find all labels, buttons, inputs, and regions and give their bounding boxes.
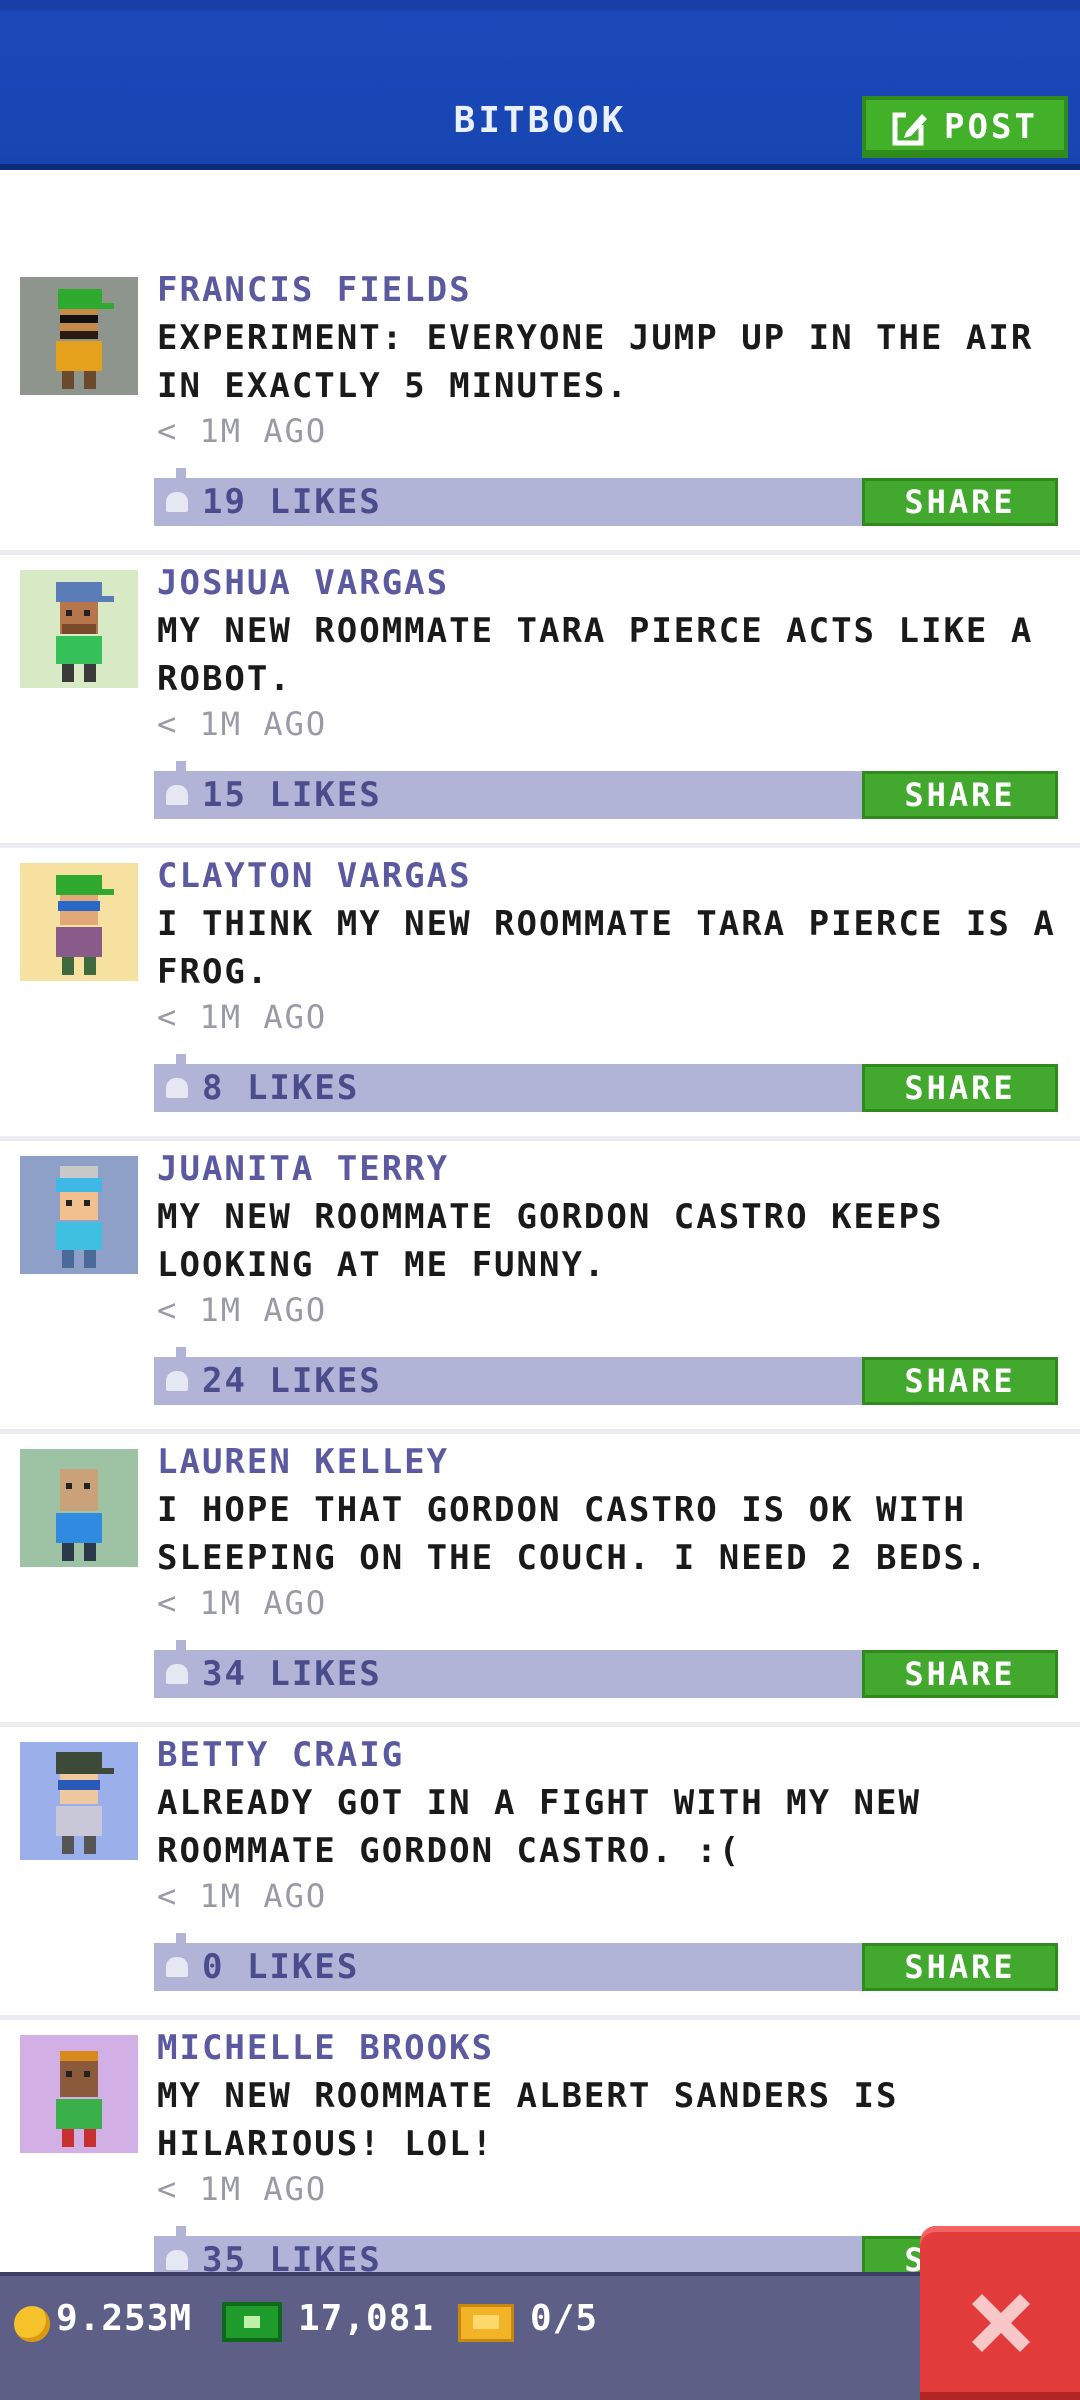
post-author[interactable]: JUANITA TERRY [157, 1149, 449, 1189]
share-button[interactable]: SHARE [862, 1357, 1058, 1405]
post-message: EXPERIMENT: EVERYONE JUMP UP IN THE AIR … [157, 318, 1034, 406]
post-message: MY NEW ROOMMATE ALBERT SANDERS IS HILARI… [157, 2076, 899, 2164]
likes-count: 24 LIKES [202, 1361, 382, 1401]
likes-bar-notch [176, 1347, 186, 1357]
avatar[interactable] [20, 570, 138, 688]
share-button[interactable]: SHARE [862, 1943, 1058, 1991]
post-time: < 1M AGO [157, 1584, 328, 1622]
likes-count: 8 LIKES [202, 1068, 360, 1108]
coin-icon [14, 2306, 50, 2342]
avatar[interactable] [20, 1156, 138, 1274]
close-icon [972, 2294, 1030, 2352]
news-feed[interactable]: FRANCIS FIELDS EXPERIMENT: EVERYONE JUMP… [0, 262, 1080, 2313]
likes-bar-notch [176, 1054, 186, 1064]
post-time: < 1M AGO [157, 1877, 328, 1915]
feed-post: JOSHUA VARGAS MY NEW ROOMMATE TARA PIERC… [0, 555, 1080, 848]
post-author[interactable]: FRANCIS FIELDS [157, 270, 472, 310]
thumbs-up-icon [166, 492, 188, 512]
bux-icon [222, 2302, 282, 2342]
status-bar: 9.253M 17,081 0/5 [0, 2272, 1080, 2400]
avatar[interactable] [20, 277, 138, 395]
post-time: < 1M AGO [157, 998, 328, 1036]
post-author[interactable]: BETTY CRAIG [157, 1735, 404, 1775]
feed-post: FRANCIS FIELDS EXPERIMENT: EVERYONE JUMP… [0, 262, 1080, 555]
tickets-count: 0/5 [530, 2298, 599, 2339]
thumbs-up-icon [166, 1664, 188, 1684]
share-button[interactable]: SHARE [862, 1650, 1058, 1698]
likes-count: 34 LIKES [202, 1654, 382, 1694]
likes-bar-notch [176, 1640, 186, 1650]
post-author[interactable]: LAUREN KELLEY [157, 1442, 449, 1482]
likes-count: 15 LIKES [202, 775, 382, 815]
thumbs-up-icon [166, 2250, 188, 2270]
thumbs-up-icon [166, 785, 188, 805]
share-button[interactable]: SHARE [862, 1064, 1058, 1112]
feed-post: CLAYTON VARGAS I THINK MY NEW ROOMMATE T… [0, 848, 1080, 1141]
post-time: < 1M AGO [157, 705, 328, 743]
post-author[interactable]: JOSHUA VARGAS [157, 563, 449, 603]
coins-count: 9.253M [56, 2298, 193, 2339]
share-button[interactable]: SHARE [862, 771, 1058, 819]
post-button-label: POST [944, 107, 1038, 147]
ticket-icon [458, 2304, 514, 2342]
likes-bar-notch [176, 2226, 186, 2236]
likes-bar-notch [176, 468, 186, 478]
avatar[interactable] [20, 863, 138, 981]
post-time: < 1M AGO [157, 412, 328, 450]
feed-post: LAUREN KELLEY I HOPE THAT GORDON CASTRO … [0, 1434, 1080, 1727]
avatar[interactable] [20, 1742, 138, 1860]
likes-count: 19 LIKES [202, 482, 382, 522]
avatar[interactable] [20, 1449, 138, 1567]
post-author[interactable]: MICHELLE BROOKS [157, 2028, 494, 2068]
likes-bar-notch [176, 1933, 186, 1943]
post-message: I THINK MY NEW ROOMMATE TARA PIERCE IS A… [157, 904, 1056, 992]
post-message: MY NEW ROOMMATE GORDON CASTRO KEEPS LOOK… [157, 1197, 944, 1285]
share-button[interactable]: SHARE [862, 478, 1058, 526]
feed-post: JUANITA TERRY MY NEW ROOMMATE GORDON CAS… [0, 1141, 1080, 1434]
post-button[interactable]: POST [862, 96, 1068, 158]
app-header: BITBOOK POST [0, 0, 1080, 170]
post-message: MY NEW ROOMMATE TARA PIERCE ACTS LIKE A … [157, 611, 1034, 699]
likes-count: 0 LIKES [202, 1947, 360, 1987]
feed-post: BETTY CRAIG ALREADY GOT IN A FIGHT WITH … [0, 1727, 1080, 2020]
avatar[interactable] [20, 2035, 138, 2153]
edit-icon [892, 111, 928, 146]
close-button[interactable] [920, 2226, 1080, 2400]
likes-bar-notch [176, 761, 186, 771]
bux-count: 17,081 [298, 2298, 435, 2339]
post-message: ALREADY GOT IN A FIGHT WITH MY NEW ROOMM… [157, 1783, 921, 1871]
post-time: < 1M AGO [157, 2170, 328, 2208]
thumbs-up-icon [166, 1078, 188, 1098]
thumbs-up-icon [166, 1957, 188, 1977]
post-author[interactable]: CLAYTON VARGAS [157, 856, 472, 896]
post-time: < 1M AGO [157, 1291, 328, 1329]
thumbs-up-icon [166, 1371, 188, 1391]
feed-post: MICHELLE BROOKS MY NEW ROOMMATE ALBERT S… [0, 2020, 1080, 2313]
post-message: I HOPE THAT GORDON CASTRO IS OK WITH SLE… [157, 1490, 989, 1578]
